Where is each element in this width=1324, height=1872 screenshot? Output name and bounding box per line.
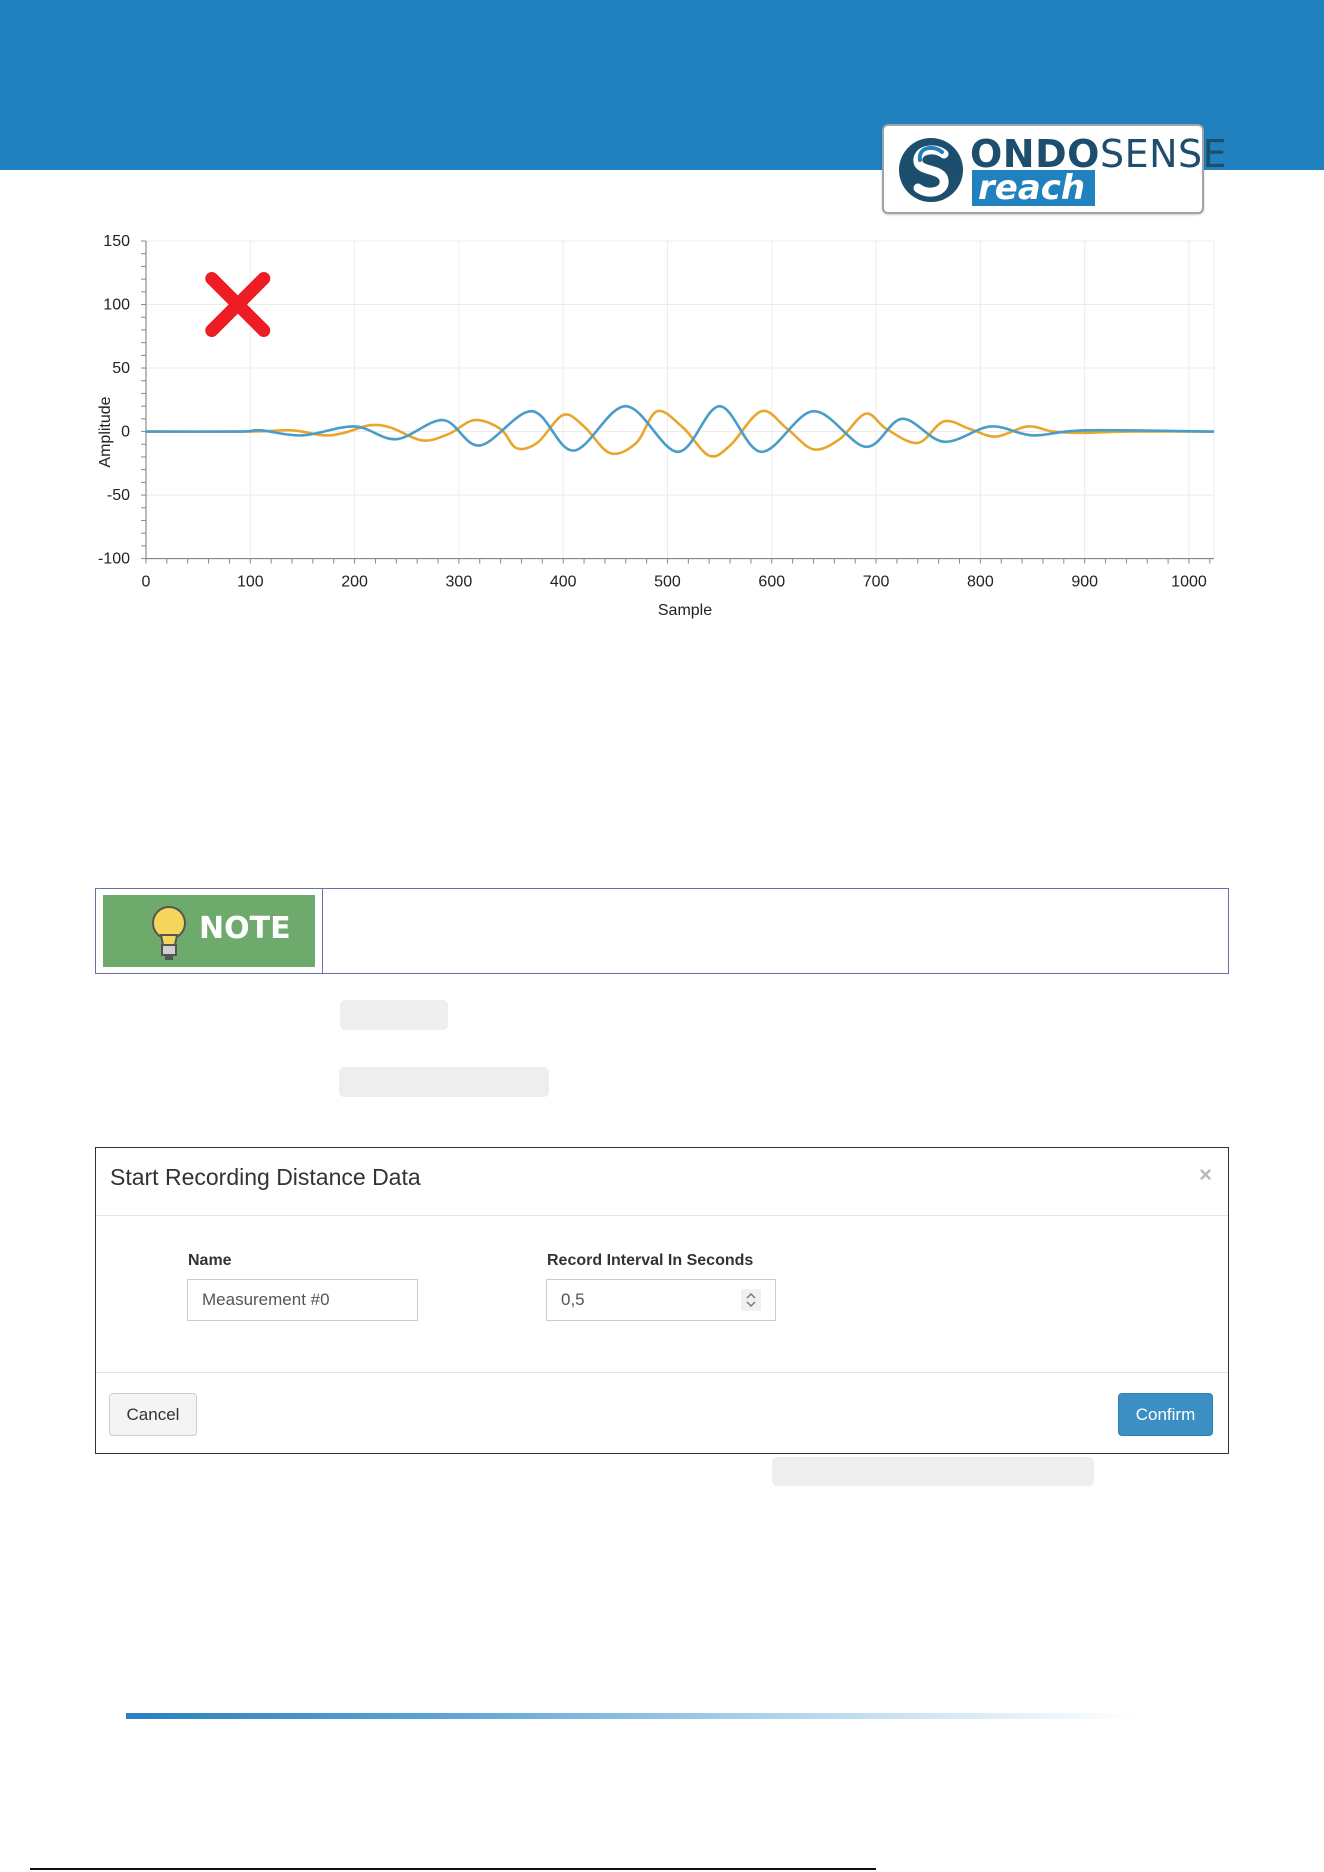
note-badge: NOTE xyxy=(103,895,315,967)
y-tick-label: 0 xyxy=(121,424,130,441)
y-tick-label: 100 xyxy=(103,297,130,314)
x-tick-label: 400 xyxy=(550,574,577,591)
bottom-rule xyxy=(30,1868,876,1870)
start-recording-modal: Start Recording Distance Data × Name Mea… xyxy=(95,1147,1229,1454)
redacted-inline-2 xyxy=(339,1067,549,1097)
lightbulb-icon xyxy=(152,906,186,960)
x-tick-label: 500 xyxy=(654,574,681,591)
modal-footer-divider xyxy=(96,1372,1228,1373)
confirm-button[interactable]: Confirm xyxy=(1118,1393,1213,1436)
modal-header-divider xyxy=(96,1215,1228,1216)
brand-name-regular: SENSE xyxy=(1099,132,1228,176)
amplitude-chart: 150 100 50 0 -50 -100 0 100 200 300 400 500 600 700 80… xyxy=(86,226,1236,626)
y-tick-label: -50 xyxy=(107,487,130,504)
name-label: Name xyxy=(188,1252,232,1269)
x-axis-title: Sample xyxy=(658,602,712,619)
redacted-inline-3 xyxy=(772,1457,1094,1486)
interval-label: Record Interval In Seconds xyxy=(547,1252,754,1269)
y-tick-label: -100 xyxy=(98,551,130,568)
x-tick-label: 1000 xyxy=(1171,574,1207,591)
ondosense-s-icon xyxy=(899,138,963,202)
x-tick-label: 600 xyxy=(758,574,785,591)
name-input[interactable]: Measurement #0 xyxy=(187,1279,418,1321)
note-divider xyxy=(322,889,323,973)
x-tick-label: 300 xyxy=(446,574,473,591)
close-icon[interactable]: × xyxy=(1199,1162,1212,1188)
brand-sub: reach xyxy=(972,170,1096,206)
x-tick-label: 200 xyxy=(341,574,368,591)
redacted-inline-1 xyxy=(340,1000,448,1030)
y-axis-title: Amplitude xyxy=(97,396,114,467)
x-tick-label: 900 xyxy=(1071,574,1098,591)
grid-layer xyxy=(145,240,1215,560)
note-box: NOTE xyxy=(95,888,1229,974)
series-line-2 xyxy=(145,404,1215,454)
y-tick-label: 50 xyxy=(112,360,130,377)
interval-value: 0,5 xyxy=(561,1290,585,1309)
x-tick-label: 800 xyxy=(967,574,994,591)
interval-input[interactable]: 0,5 xyxy=(546,1279,776,1321)
x-tick-label: 100 xyxy=(237,574,264,591)
x-tick-label: 700 xyxy=(863,574,890,591)
y-tick-label: 150 xyxy=(103,233,130,250)
cancel-button[interactable]: Cancel xyxy=(109,1393,197,1436)
footer-gradient-line xyxy=(126,1713,1136,1719)
spinner-arrows-icon[interactable] xyxy=(741,1289,761,1311)
ondosense-logo: ONDOSENSE reach xyxy=(882,124,1227,214)
chart-svg: 150100500-50-1000 100 200 300 400 500 600 700 80… xyxy=(97,233,1215,619)
modal-title: Start Recording Distance Data xyxy=(110,1164,421,1190)
note-label: NOTE xyxy=(199,911,291,946)
x-tick-label: 0 xyxy=(142,574,151,591)
